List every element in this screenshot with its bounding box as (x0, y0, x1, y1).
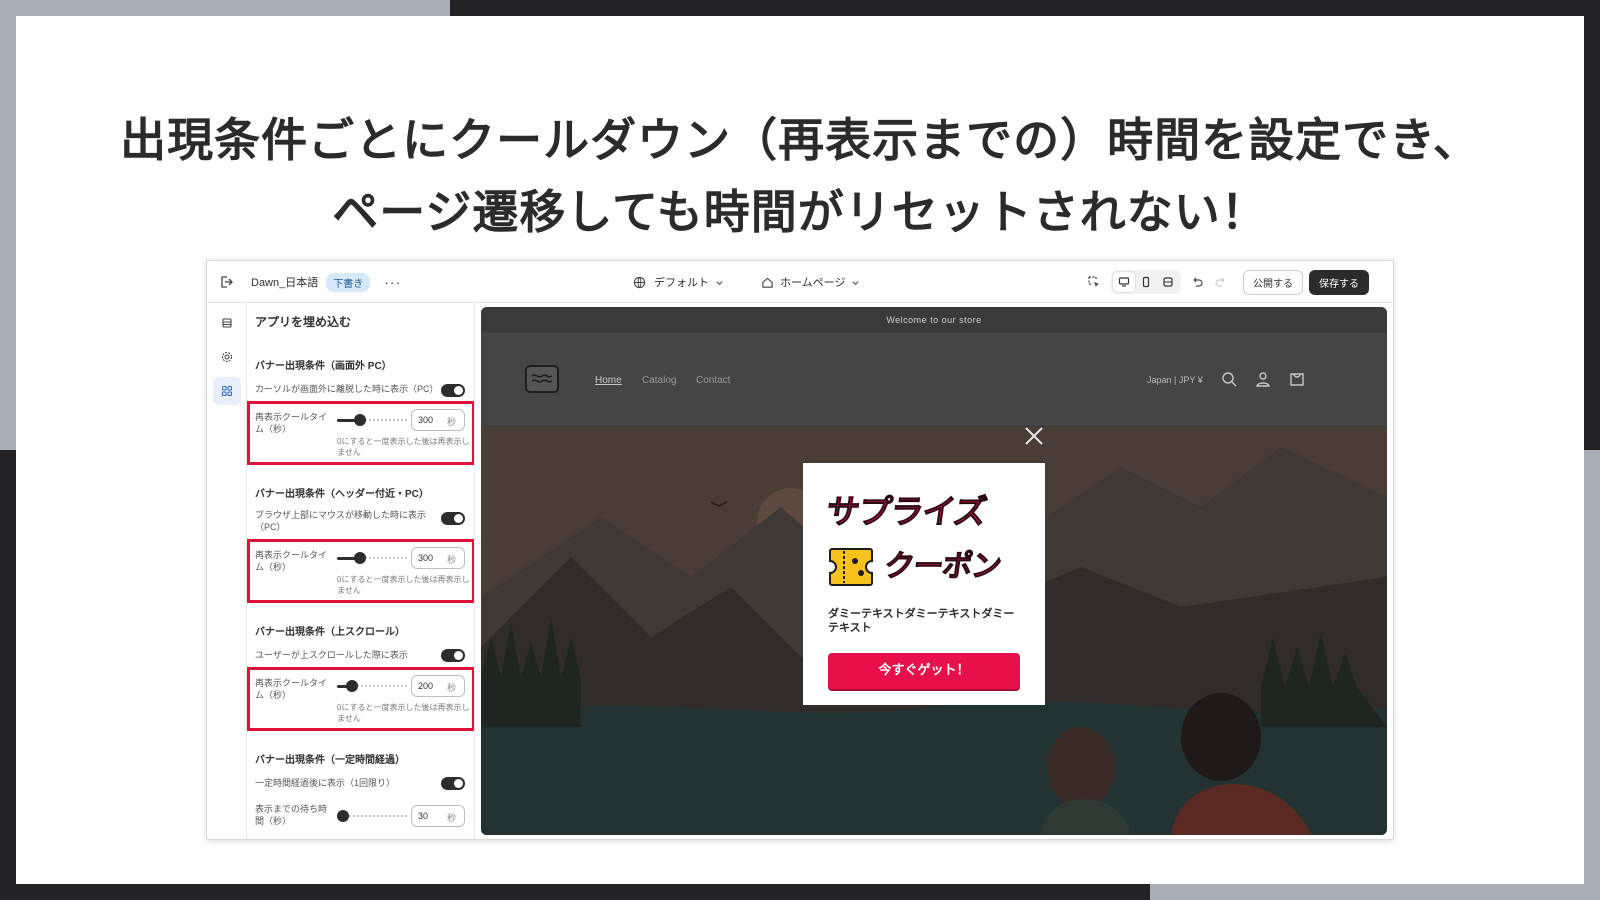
chevron-down-icon (852, 280, 860, 285)
page-selector-label: ホームページ (780, 277, 846, 289)
exit-icon (221, 276, 233, 288)
sections-icon (222, 318, 232, 328)
field-label: 再表示クールタイム（秒） (255, 412, 328, 434)
nav-link-catalog[interactable]: Catalog (642, 375, 676, 386)
popup-headline: サプライズ (823, 492, 989, 532)
wait-time-unit: 秒 (446, 813, 456, 823)
rail-sections-button[interactable] (213, 309, 241, 337)
redo-icon (1215, 277, 1225, 287)
country-selector[interactable]: Japan | JPY ¥ (1147, 375, 1203, 385)
settings-gear-icon (221, 351, 233, 363)
account-icon[interactable] (1255, 371, 1271, 387)
undo-button[interactable] (1191, 261, 1203, 303)
popup-body-text: ダミーテキストダミーテキストダミーテキスト (828, 607, 1015, 634)
popup-subheadline: クーポン (882, 549, 1004, 585)
home-icon (762, 277, 773, 288)
section-heading: バナー出現条件（ヘッダー付近・PC） (255, 489, 429, 500)
toggle-switch[interactable] (441, 512, 465, 525)
theme-name[interactable]: Dawn_日本語 (251, 274, 318, 290)
fullwidth-icon (1163, 277, 1173, 287)
announcement-bar: Welcome to our store (481, 307, 1387, 333)
theme-editor-window: Dawn_日本語 下書き ··· デフォルト ホームページ 公開する 保存する … (206, 260, 1394, 840)
app-embed-panel: アプリを埋め込む バナー出現条件（画面外 PC） カーソルが画面外に離脱した時に… (247, 303, 475, 839)
storefront-preview: Welcome to our store Home Catalog Contac… (481, 307, 1387, 835)
cooldown-slider[interactable] (337, 551, 407, 565)
page-selector[interactable]: ホームページ (761, 261, 860, 303)
coupon-icon (829, 548, 873, 586)
headline-line-2: ページ遷移しても時間がリセットされない！ (332, 185, 1268, 239)
section-heading: バナー出現条件（上スクロール） (255, 627, 405, 638)
mobile-view-button[interactable] (1135, 272, 1157, 292)
coupon-popup: サプライズ クーポン ダミーテキストダミーテキストダミーテキスト 今すぐゲット！ (803, 463, 1045, 705)
desktop-icon (1118, 277, 1130, 287)
theme-status-badge: 下書き (326, 272, 371, 292)
editor-topbar: Dawn_日本語 下書き ··· デフォルト ホームページ 公開する 保存する (207, 261, 1393, 303)
more-icon[interactable]: ··· (384, 274, 401, 290)
rail-settings-button[interactable] (213, 343, 241, 371)
publish-button[interactable]: 公開する (1243, 269, 1303, 295)
toggle-switch[interactable] (441, 384, 465, 397)
toggle-switch[interactable] (441, 649, 465, 662)
inspector-icon (1088, 276, 1099, 287)
nav-link-contact[interactable]: Contact (696, 375, 730, 386)
nav-link-home[interactable]: Home (595, 375, 622, 386)
cooldown-value: 300 (418, 415, 434, 425)
wait-time-input[interactable]: 30 秒 (411, 805, 465, 827)
toggle-switch[interactable] (441, 777, 465, 790)
exit-button[interactable] (219, 261, 233, 303)
editor-rail (207, 303, 247, 839)
headline-line-1: 出現条件ごとにクールダウン（再表示までの）時間を設定でき、 (120, 113, 1480, 167)
field-hint: 0にすると一度表示した後は再表示しません (337, 575, 470, 595)
cooldown-unit: 秒 (446, 683, 456, 693)
store-logo[interactable] (525, 365, 559, 393)
viewport-switcher (1111, 270, 1181, 294)
cooldown-slider[interactable] (337, 413, 407, 427)
toggle-label: 一定時間経過後に表示（1回限り） (255, 778, 396, 788)
wait-time-value: 30 (418, 811, 429, 821)
inspector-button[interactable] (1087, 261, 1101, 303)
field-label: 再表示クールタイム（秒） (255, 678, 328, 700)
field-label: 再表示クールタイム（秒） (255, 550, 328, 572)
wait-time-slider[interactable] (337, 809, 407, 823)
field-label: 表示までの待ち時間（秒） (255, 804, 328, 826)
apps-icon (221, 385, 233, 397)
cart-icon[interactable] (1289, 371, 1305, 387)
close-icon[interactable] (1023, 425, 1045, 447)
cooldown-input[interactable]: 300 秒 (411, 409, 465, 431)
section-heading: バナー出現条件（画面外 PC） (255, 361, 392, 372)
cooldown-value: 200 (418, 681, 434, 691)
toggle-label: ユーザーが上スクロールした際に表示 (255, 650, 408, 660)
field-hint: 0にすると一度表示した後は再表示しません (337, 703, 470, 723)
section-heading: バナー出現条件（一定時間経過） (255, 755, 405, 766)
locale-selector-label: デフォルト (654, 277, 709, 289)
chevron-down-icon (716, 280, 723, 285)
field-hint: 0にすると一度表示した後は再表示しません (337, 437, 470, 457)
toggle-label: ブラウザ上部にマウスが移動した時に表示（PC） (255, 510, 427, 532)
cooldown-slider[interactable] (337, 679, 407, 693)
cooldown-unit: 秒 (446, 417, 456, 427)
undo-icon (1193, 277, 1203, 287)
cooldown-input[interactable]: 300 秒 (411, 547, 465, 569)
fullwidth-view-button[interactable] (1157, 272, 1179, 292)
mobile-icon (1142, 276, 1150, 288)
cooldown-value: 300 (418, 553, 434, 563)
rail-apps-button[interactable] (213, 377, 241, 405)
save-button[interactable]: 保存する (1309, 269, 1369, 295)
get-coupon-button[interactable]: 今すぐゲット！ (828, 653, 1020, 689)
locale-selector[interactable]: デフォルト (633, 261, 724, 303)
store-header: Home Catalog Contact Japan | JPY ¥ (481, 333, 1387, 427)
globe-icon (633, 276, 646, 288)
redo-button[interactable] (1215, 261, 1227, 303)
search-icon[interactable] (1221, 371, 1237, 387)
cooldown-unit: 秒 (446, 555, 456, 565)
panel-title: アプリを埋め込む (255, 315, 352, 329)
desktop-view-button[interactable] (1113, 272, 1135, 292)
cooldown-input[interactable]: 200 秒 (411, 675, 465, 697)
toggle-label: カーソルが画面外に離脱した時に表示（PC） (255, 384, 439, 394)
